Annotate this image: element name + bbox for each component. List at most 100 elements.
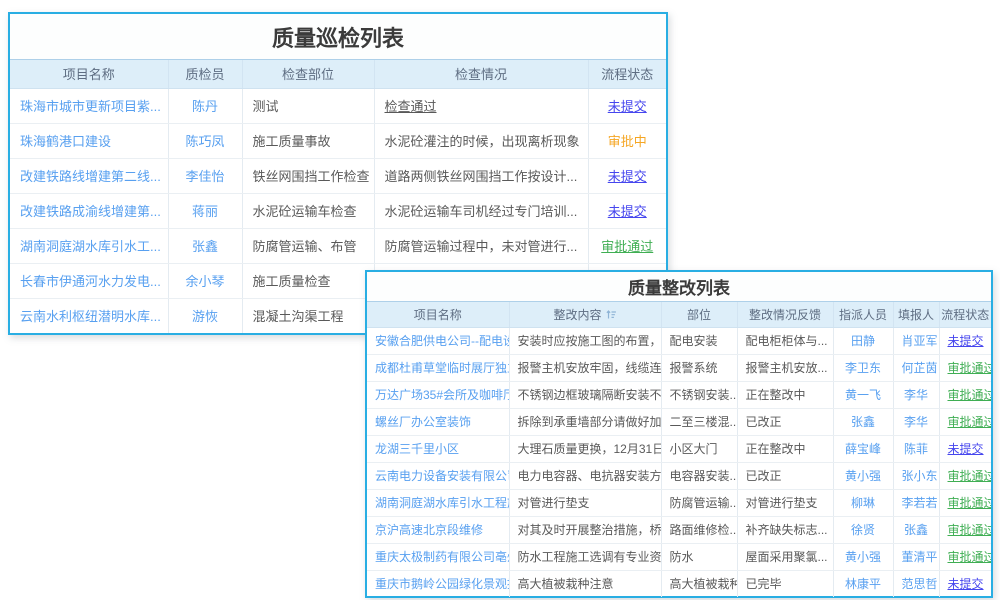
check-part-cell: 铁丝网围挡工作检查 xyxy=(242,158,374,193)
table-row: 重庆市鹅岭公园绿化景观提升... 高大植被栽种注意 高大植被栽种 已完毕 林康平… xyxy=(367,570,991,597)
inspector-link[interactable]: 陈巧凤 xyxy=(185,134,224,149)
project-link[interactable]: 改建铁路成渝线增建第... xyxy=(20,204,161,219)
part-cell: 不锈钢安装... xyxy=(661,381,737,408)
inspector-link[interactable]: 陈丹 xyxy=(192,99,218,114)
table-row: 湖南洞庭湖水库引水工... 张鑫 防腐管运输、布管 防腐管运输过程中，未对管进行… xyxy=(10,228,666,263)
inspector-link[interactable]: 余小琴 xyxy=(185,274,224,289)
check-part-cell: 防腐管运输、布管 xyxy=(242,228,374,263)
inspector-link[interactable]: 蒋丽 xyxy=(192,204,218,219)
inspector-link[interactable]: 游恢 xyxy=(192,309,218,324)
assignee-link[interactable]: 黄小强 xyxy=(845,469,881,483)
table-row: 螺丝厂办公室装饰 拆除到承重墙部分请做好加固... 二至三楼混... 已改正 张… xyxy=(367,408,991,435)
status-link[interactable]: 审批通过 xyxy=(601,239,653,254)
col-header-reporter: 填报人 xyxy=(893,302,939,327)
status-link[interactable]: 审批通过 xyxy=(948,523,992,537)
table-row: 改建铁路成渝线增建第... 蒋丽 水泥砼运输车检查 水泥砼运输车司机经过专门培训… xyxy=(10,193,666,228)
rectification-header-row: 项目名称 整改内容 部位 整改情况反馈 指派人员 填报人 流程状态 xyxy=(367,302,991,327)
inspection-header-row: 项目名称 质检员 检查部位 检查情况 流程状态 xyxy=(10,60,666,88)
project-link[interactable]: 螺丝厂办公室装饰 xyxy=(375,415,471,429)
col-header-content[interactable]: 整改内容 xyxy=(509,302,661,327)
feedback-cell: 补齐缺失标志... xyxy=(737,516,833,543)
assignee-link[interactable]: 柳琳 xyxy=(851,496,875,510)
reporter-link[interactable]: 董清平 xyxy=(902,550,938,564)
check-situation-text: 水泥砼运输车司机经过专门培训... xyxy=(385,204,578,219)
col-header-content-label: 整改内容 xyxy=(553,308,601,322)
table-row: 京沪高速北京段维修 对其及时开展整治措施，桥头... 路面维修检... 补齐缺失… xyxy=(367,516,991,543)
status-link[interactable]: 审批通过 xyxy=(948,550,992,564)
project-link[interactable]: 云南水利枢纽潜明水库... xyxy=(20,309,161,324)
rectify-content-cell: 报警主机安放牢固，线缆连接... xyxy=(509,354,661,381)
status-link[interactable]: 未提交 xyxy=(948,577,984,591)
reporter-link[interactable]: 肖亚军 xyxy=(902,334,938,348)
project-link[interactable]: 龙湖三千里小区 xyxy=(375,442,459,456)
project-link[interactable]: 重庆太极制药有限公司亳州中... xyxy=(375,550,509,564)
feedback-cell: 已改正 xyxy=(737,462,833,489)
assignee-link[interactable]: 张鑫 xyxy=(851,415,875,429)
assignee-link[interactable]: 徐贤 xyxy=(851,523,875,537)
status-link[interactable]: 审批通过 xyxy=(948,388,992,402)
reporter-link[interactable]: 李华 xyxy=(904,388,928,402)
rectify-content-cell: 对管进行垫支 xyxy=(509,489,661,516)
project-link[interactable]: 长春市伊通河水力发电... xyxy=(20,274,161,289)
reporter-link[interactable]: 陈菲 xyxy=(904,442,928,456)
status-link[interactable]: 未提交 xyxy=(608,169,647,184)
project-link[interactable]: 重庆市鹅岭公园绿化景观提升... xyxy=(375,577,509,591)
status-link[interactable]: 审批通过 xyxy=(948,496,992,510)
table-row: 重庆太极制药有限公司亳州中... 防水工程施工选调有专业资质... 防水 屋面采… xyxy=(367,543,991,570)
status-link[interactable]: 审批中 xyxy=(608,134,647,149)
part-cell: 高大植被栽种 xyxy=(661,570,737,597)
part-cell: 防腐管运输... xyxy=(661,489,737,516)
reporter-link[interactable]: 张小东 xyxy=(902,469,938,483)
project-link[interactable]: 京沪高速北京段维修 xyxy=(375,523,483,537)
reporter-link[interactable]: 张鑫 xyxy=(904,523,928,537)
project-link[interactable]: 改建铁路线增建第二线... xyxy=(20,169,161,184)
status-link[interactable]: 未提交 xyxy=(948,442,984,456)
status-link[interactable]: 审批通过 xyxy=(948,361,992,375)
feedback-cell: 正在整改中 xyxy=(737,381,833,408)
status-link[interactable]: 审批通过 xyxy=(948,469,992,483)
reporter-link[interactable]: 何芷茵 xyxy=(902,361,938,375)
part-cell: 电容器安装... xyxy=(661,462,737,489)
feedback-cell: 已改正 xyxy=(737,408,833,435)
table-row: 云南电力设备安装有限公司20... 电力电容器、电抗器安装方案，... 电容器安… xyxy=(367,462,991,489)
rectify-content-cell: 高大植被栽种注意 xyxy=(509,570,661,597)
project-link[interactable]: 云南电力设备安装有限公司20... xyxy=(375,469,509,483)
inspector-link[interactable]: 李佳怡 xyxy=(185,169,224,184)
part-cell: 配电安装 xyxy=(661,327,737,354)
status-link[interactable]: 审批通过 xyxy=(948,415,992,429)
reporter-link[interactable]: 范思哲 xyxy=(902,577,938,591)
rectification-list-card: 质量整改列表 项目名称 整改内容 部位 整改情况反馈 指派人员 填报人 流程状态… xyxy=(365,270,993,598)
project-link[interactable]: 珠海市城市更新项目紫... xyxy=(20,99,161,114)
status-link[interactable]: 未提交 xyxy=(948,334,984,348)
assignee-link[interactable]: 薛宝峰 xyxy=(845,442,881,456)
inspector-link[interactable]: 张鑫 xyxy=(192,239,218,254)
part-cell: 二至三楼混... xyxy=(661,408,737,435)
project-link[interactable]: 湖南洞庭湖水库引水工... xyxy=(20,239,161,254)
assignee-link[interactable]: 田静 xyxy=(851,334,875,348)
project-link[interactable]: 成都杜甫草堂临时展厅独立展... xyxy=(375,361,509,375)
assignee-link[interactable]: 黄一飞 xyxy=(845,388,881,402)
status-link[interactable]: 未提交 xyxy=(608,99,647,114)
reporter-link[interactable]: 李若若 xyxy=(902,496,938,510)
col-header-situation: 检查情况 xyxy=(374,60,588,88)
col-header-project: 项目名称 xyxy=(10,60,168,88)
project-link[interactable]: 珠海鹤港口建设 xyxy=(20,134,111,149)
project-link[interactable]: 安徽合肥供电公司--配电设备... xyxy=(375,334,509,348)
status-link[interactable]: 未提交 xyxy=(608,204,647,219)
assignee-link[interactable]: 李卫东 xyxy=(845,361,881,375)
table-row: 湖南洞庭湖水库引水工程施工I标 对管进行垫支 防腐管运输... 对管进行垫支 柳… xyxy=(367,489,991,516)
table-row: 改建铁路线增建第二线... 李佳怡 铁丝网围挡工作检查 道路两侧铁丝网围挡工作按… xyxy=(10,158,666,193)
reporter-link[interactable]: 李华 xyxy=(904,415,928,429)
rectify-content-cell: 电力电容器、电抗器安装方案，... xyxy=(509,462,661,489)
col-header-feedback: 整改情况反馈 xyxy=(737,302,833,327)
rectify-content-cell: 安装时应按施工图的布置，将... xyxy=(509,327,661,354)
sort-icon[interactable] xyxy=(606,309,617,323)
table-row: 龙湖三千里小区 大理石质量更换，12月31日之... 小区大门 正在整改中 薛宝… xyxy=(367,435,991,462)
check-part-cell: 施工质量检查 xyxy=(242,263,374,298)
project-link[interactable]: 万达广场35#会所及咖啡厅空... xyxy=(375,388,509,402)
project-link[interactable]: 湖南洞庭湖水库引水工程施工I标 xyxy=(375,496,509,510)
check-situation-text: 防腐管运输过程中，未对管进行... xyxy=(385,239,578,254)
table-row: 珠海鹤港口建设 陈巧凤 施工质量事故 水泥砼灌注的时候，出现离析现象 审批中 xyxy=(10,123,666,158)
assignee-link[interactable]: 林康平 xyxy=(845,577,881,591)
assignee-link[interactable]: 黄小强 xyxy=(845,550,881,564)
